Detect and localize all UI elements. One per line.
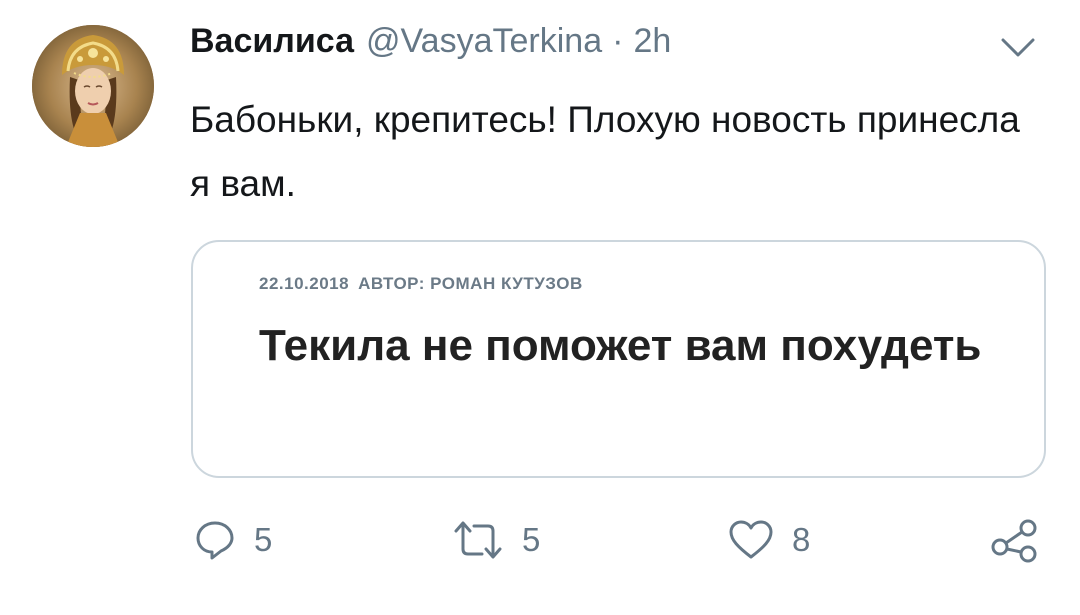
tweet: Василиса @VasyaTerkina · 2h Бабоньки, кр… <box>0 0 1080 615</box>
retweet-icon <box>454 521 502 559</box>
card-author: АВТОР: РОМАН КУТУЗОВ <box>358 274 583 293</box>
like-button[interactable]: 8 <box>728 510 810 570</box>
reply-icon <box>196 521 234 560</box>
author-name[interactable]: Василиса <box>190 22 354 61</box>
header-separator: · <box>612 22 624 60</box>
share-button[interactable] <box>990 510 1040 570</box>
avatar[interactable] <box>32 25 154 147</box>
heart-icon <box>729 520 773 559</box>
reply-count: 5 <box>254 521 273 558</box>
avatar-image <box>32 25 154 147</box>
tweet-text: Бабоньки, крепитесь! Плохую новость прин… <box>190 99 1020 204</box>
card-meta: 22.10.2018 АВТОР: РОМАН КУТУЗОВ <box>259 274 583 294</box>
retweet-count: 5 <box>522 521 541 558</box>
share-icon <box>991 519 1037 563</box>
chevron-down-icon[interactable] <box>1000 36 1036 60</box>
tweet-header: Василиса @VasyaTerkina · 2h <box>190 22 671 72</box>
card-date: 22.10.2018 <box>259 274 350 293</box>
author-handle[interactable]: @VasyaTerkina <box>366 22 602 61</box>
tweet-timestamp[interactable]: 2h <box>633 22 671 61</box>
link-card[interactable]: 22.10.2018 АВТОР: РОМАН КУТУЗОВ Текила не… <box>191 240 1046 478</box>
retweet-button[interactable]: 5 <box>452 510 540 570</box>
card-title: Текила не поможет вам похудеть <box>259 321 982 370</box>
like-count: 8 <box>792 521 811 558</box>
reply-button[interactable]: 5 <box>194 510 272 570</box>
tweet-actions: 5 5 8 <box>190 510 1050 570</box>
